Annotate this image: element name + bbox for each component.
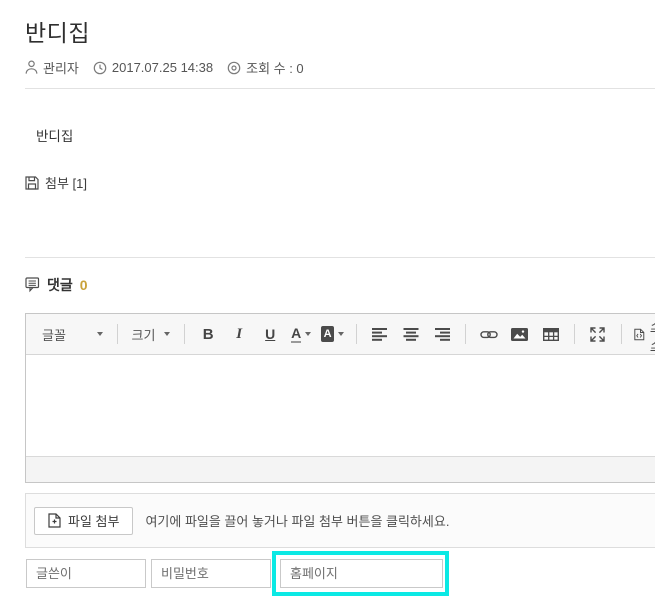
- bold-icon: B: [203, 326, 214, 343]
- disk-icon: [25, 176, 39, 190]
- editor-resize-bar[interactable]: [26, 456, 655, 482]
- image-icon: [511, 328, 528, 341]
- file-plus-icon: [48, 513, 61, 528]
- table-icon: [543, 328, 559, 341]
- font-family-label: 글꼴: [42, 325, 66, 344]
- align-left-icon: [372, 328, 388, 341]
- align-right-button[interactable]: [431, 321, 453, 347]
- highlight-color-button[interactable]: A: [321, 321, 344, 347]
- align-left-button[interactable]: [369, 321, 391, 347]
- maximize-button[interactable]: [587, 321, 609, 347]
- comments-label: 댓글: [47, 275, 73, 295]
- align-center-icon: [403, 328, 419, 341]
- attachment-toggle[interactable]: 첨부 [1]: [25, 173, 87, 192]
- toolbar-separator: [465, 324, 466, 344]
- source-label: 소스: [651, 315, 655, 353]
- comment-input-area[interactable]: [26, 355, 655, 456]
- toolbar-separator: [574, 324, 575, 344]
- toolbar-separator: [356, 324, 357, 344]
- date-item: 2017.07.25 14:38: [93, 60, 213, 75]
- file-drop-hint: 여기에 파일을 끌어 놓거나 파일 첨부 버튼을 클릭하세요.: [145, 511, 449, 530]
- italic-button[interactable]: I: [228, 321, 250, 347]
- file-attach-button[interactable]: 파일 첨부: [34, 507, 133, 535]
- user-icon: [25, 60, 38, 75]
- post-body-text: 반디집: [36, 125, 73, 145]
- toolbar-separator: [184, 324, 185, 344]
- author-name: 관리자: [43, 58, 79, 77]
- file-attach-label: 파일 첨부: [68, 511, 119, 530]
- toolbar-separator: [621, 324, 622, 344]
- post-date: 2017.07.25 14:38: [112, 60, 213, 75]
- source-button[interactable]: 소스: [634, 321, 655, 347]
- header-divider: [25, 88, 655, 89]
- post-view-page: 반디집 관리자 2017.07.25 14:38 조회 수 : 0 반디집: [0, 0, 655, 613]
- toolbar-separator: [117, 324, 118, 344]
- clock-icon: [93, 61, 107, 75]
- author-input[interactable]: [26, 559, 146, 588]
- source-doc-icon: [634, 327, 645, 342]
- comment-editor: 글꼴 크기 B I U A A: [25, 313, 655, 483]
- highlight-color-icon: A: [321, 326, 334, 342]
- editor-toolbar: 글꼴 크기 B I U A A: [26, 314, 655, 355]
- text-color-icon: A: [291, 326, 301, 343]
- align-center-button[interactable]: [400, 321, 422, 347]
- underline-icon: U: [265, 326, 275, 342]
- chevron-down-icon: [97, 332, 103, 336]
- chevron-down-icon: [164, 332, 170, 336]
- views-icon: [227, 61, 241, 75]
- chevron-down-icon: [338, 332, 344, 336]
- table-button[interactable]: [540, 321, 562, 347]
- author-item[interactable]: 관리자: [25, 58, 79, 77]
- font-size-dropdown[interactable]: 크기: [130, 321, 173, 347]
- align-right-icon: [434, 328, 450, 341]
- file-drop-zone[interactable]: 파일 첨부 여기에 파일을 끌어 놓거나 파일 첨부 버튼을 클릭하세요.: [25, 493, 655, 548]
- page-title: 반디집: [25, 14, 90, 48]
- homepage-input[interactable]: [280, 559, 443, 588]
- comment-bubble-icon: [25, 277, 40, 293]
- underline-button[interactable]: U: [259, 321, 281, 347]
- comment-count: 0: [80, 277, 88, 293]
- link-button[interactable]: [478, 321, 500, 347]
- content-divider: [25, 257, 655, 258]
- chevron-down-icon: [305, 332, 311, 336]
- password-input[interactable]: [151, 559, 271, 588]
- maximize-icon: [590, 327, 605, 342]
- view-count: 조회 수 : 0: [246, 58, 304, 77]
- text-color-button[interactable]: A: [290, 321, 312, 347]
- italic-icon: I: [236, 326, 242, 343]
- font-family-dropdown[interactable]: 글꼴: [40, 321, 105, 347]
- link-icon: [480, 329, 498, 340]
- image-button[interactable]: [509, 321, 531, 347]
- attachment-label: 첨부 [1]: [45, 173, 87, 192]
- post-meta: 관리자 2017.07.25 14:38 조회 수 : 0: [25, 58, 304, 77]
- font-size-label: 크기: [132, 325, 156, 344]
- bold-button[interactable]: B: [197, 321, 219, 347]
- comments-header: 댓글 0: [25, 275, 88, 295]
- views-item: 조회 수 : 0: [227, 58, 304, 77]
